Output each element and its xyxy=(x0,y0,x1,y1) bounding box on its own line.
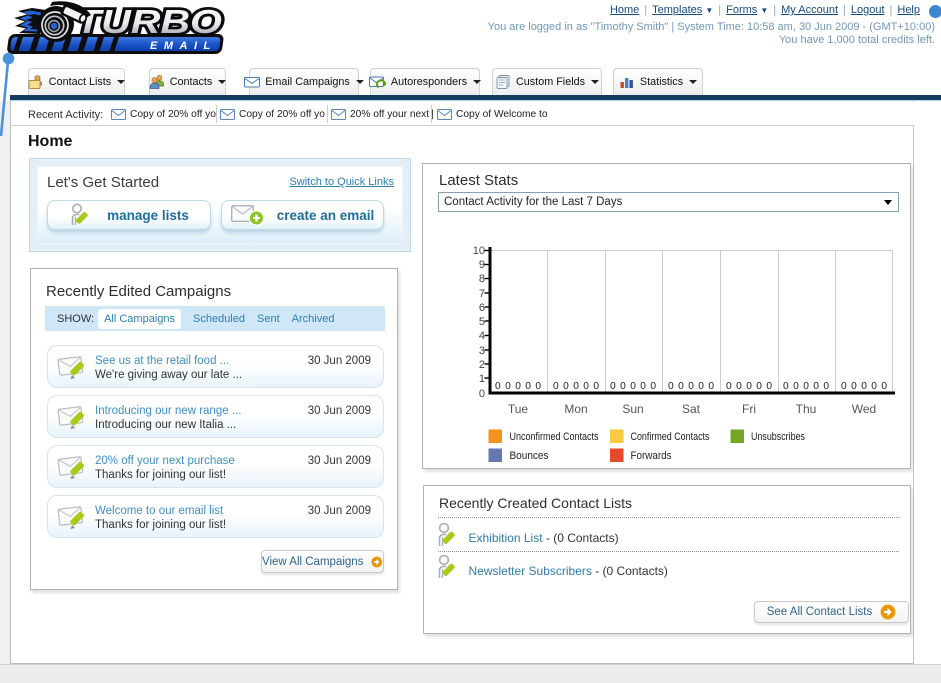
svg-text:4: 4 xyxy=(479,330,485,342)
svg-text:0 0 0 0 0: 0 0 0 0 0 xyxy=(726,381,773,392)
svg-text:7: 7 xyxy=(479,288,485,300)
svg-text:10: 10 xyxy=(473,245,485,257)
svg-text:0 0 0 0 0: 0 0 0 0 0 xyxy=(610,381,657,392)
svg-text:0 0 0 0 0: 0 0 0 0 0 xyxy=(553,381,600,392)
svg-text:0 0 0 0 0: 0 0 0 0 0 xyxy=(668,381,715,392)
svg-text:Confirmed Contacts: Confirmed Contacts xyxy=(631,431,710,443)
svg-text:Sun: Sun xyxy=(622,402,643,416)
svg-text:Wed: Wed xyxy=(852,402,876,416)
svg-text:0: 0 xyxy=(479,388,485,400)
svg-text:Unsubscribes: Unsubscribes xyxy=(751,431,805,443)
svg-text:1: 1 xyxy=(479,373,485,385)
svg-text:3: 3 xyxy=(479,345,485,357)
svg-text:Bounces: Bounces xyxy=(510,450,549,462)
svg-text:5: 5 xyxy=(479,316,485,328)
svg-text:Sat: Sat xyxy=(682,402,701,416)
svg-text:0 0 0 0 0: 0 0 0 0 0 xyxy=(841,381,888,392)
svg-text:Unconfirmed Contacts: Unconfirmed Contacts xyxy=(510,431,599,443)
svg-text:0 0 0 0 0: 0 0 0 0 0 xyxy=(783,381,830,392)
svg-text:2: 2 xyxy=(479,359,485,371)
svg-text:Thu: Thu xyxy=(796,402,817,416)
svg-text:Forwards: Forwards xyxy=(631,450,672,462)
svg-text:Tue: Tue xyxy=(508,402,529,416)
svg-text:0 0 0 0 0: 0 0 0 0 0 xyxy=(495,381,542,392)
svg-text:EMAIL: EMAIL xyxy=(150,40,217,52)
svg-text:8: 8 xyxy=(479,273,485,285)
svg-text:9: 9 xyxy=(479,259,485,271)
svg-text:Fri: Fri xyxy=(742,402,756,416)
svg-text:TURBO: TURBO xyxy=(76,3,222,40)
svg-text:6: 6 xyxy=(479,302,485,314)
svg-text:Mon: Mon xyxy=(564,402,587,416)
